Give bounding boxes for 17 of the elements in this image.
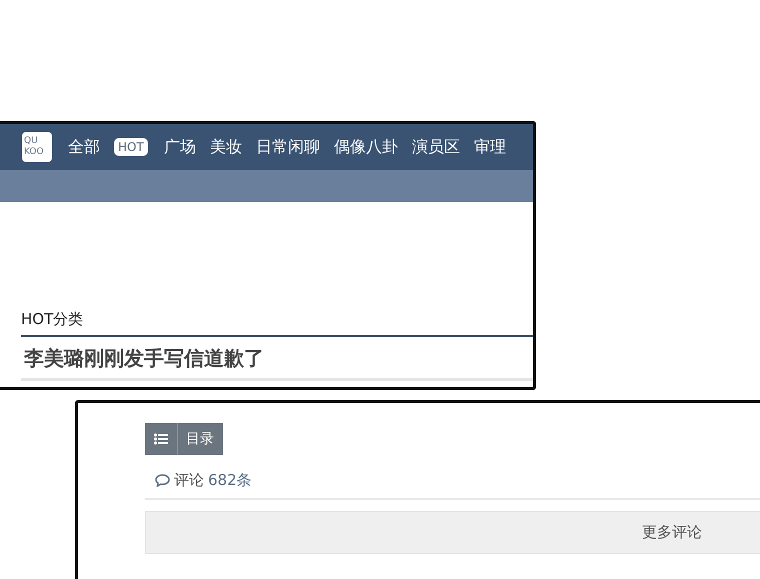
- nav-tab[interactable]: 审理: [474, 136, 506, 158]
- more-comments-button[interactable]: 更多评论: [145, 511, 760, 554]
- comments-count: 682条: [208, 471, 252, 490]
- nav-tab[interactable]: 演员区: [412, 136, 460, 158]
- nav-tab[interactable]: 日常闲聊: [256, 136, 320, 158]
- nav-tab[interactable]: 全部: [68, 136, 100, 158]
- comments-label: 评论: [174, 471, 204, 490]
- toc-button[interactable]: 目录: [145, 423, 223, 455]
- nav-tab[interactable]: HOT: [114, 138, 148, 156]
- comment-icon: [155, 474, 170, 487]
- nav-tab[interactable]: 广场: [164, 136, 196, 158]
- nav-tab[interactable]: 美妆: [210, 136, 242, 158]
- list-icon: [154, 433, 168, 445]
- section-label: HOT分类: [21, 310, 84, 329]
- nav-tab[interactable]: 偶像八卦: [334, 136, 398, 158]
- post-title: 李美璐刚刚发手写信道歉了: [22, 345, 264, 372]
- site-logo[interactable]: QU KOO: [22, 132, 52, 162]
